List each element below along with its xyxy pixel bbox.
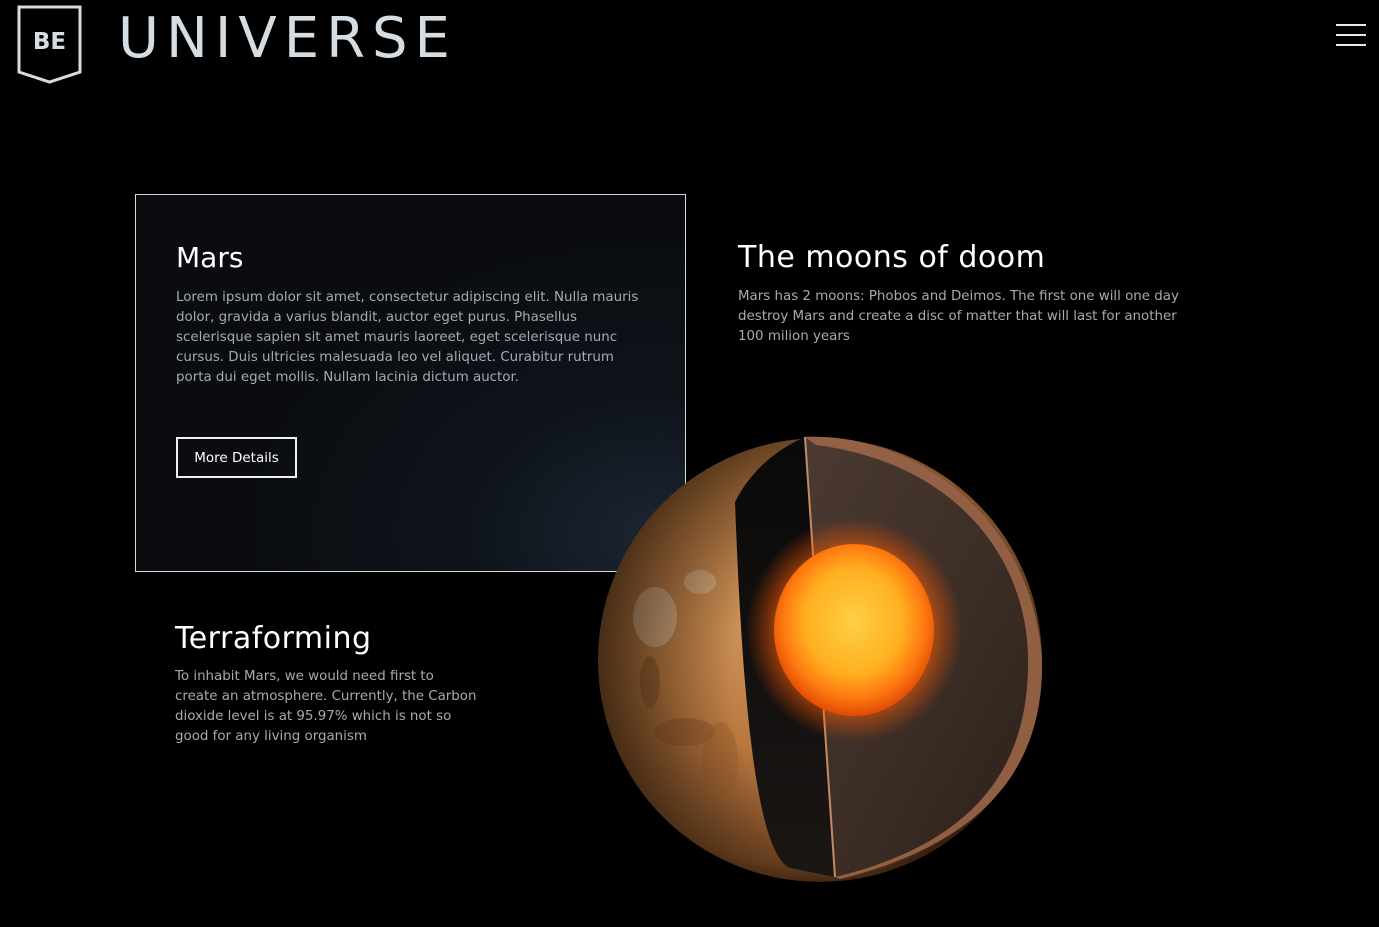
terraforming-description: To inhabit Mars, we would need first to … [175,669,477,744]
card-body: Lorem ipsum dolor sit amet, consectetur … [176,290,639,385]
logo-text: BE [33,29,66,55]
brand-name: UNIVERSE [118,6,457,71]
moons-description: Mars has 2 moons: Phobos and Deimos. The… [738,289,1179,344]
moons-heading: The moons of doom [738,240,1046,275]
mars-cutaway-image [590,432,1050,887]
logo-badge[interactable]: BE [16,4,84,84]
more-details-button[interactable]: More Details [176,437,297,478]
card-title: Mars [176,241,244,274]
logo-shield-icon: BE [17,5,82,84]
hamburger-menu-icon[interactable] [1336,24,1366,50]
terraforming-heading: Terraforming [175,621,372,656]
page: BE UNIVERSE Mars Lorem ipsum dolor sit a… [0,0,1379,927]
